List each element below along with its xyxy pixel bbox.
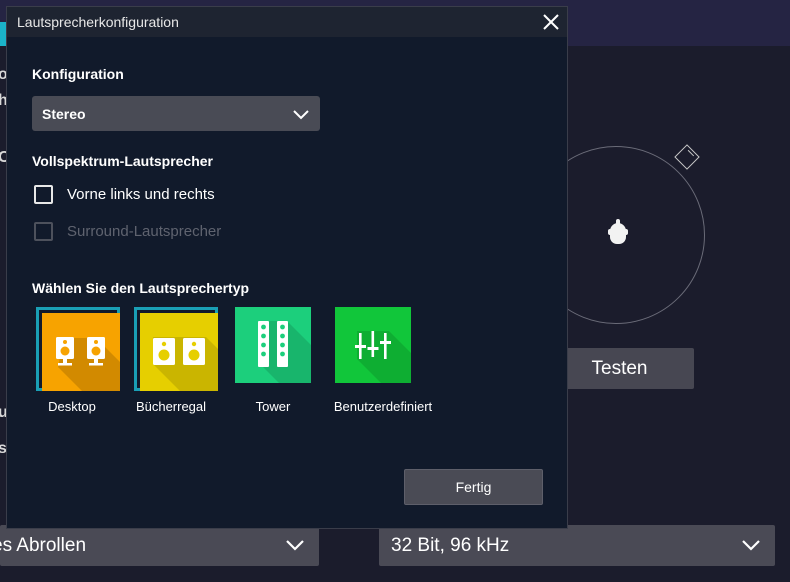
tile-border [36, 307, 120, 391]
speaker-type-label: Wählen Sie den Lautsprechertyp [32, 280, 250, 296]
speaker-icon[interactable] [674, 144, 700, 170]
configuration-value: Stereo [42, 105, 86, 122]
done-button[interactable]: Fertig [404, 469, 543, 505]
front-checkbox-label: Vorne links und rechts [67, 186, 215, 203]
close-icon[interactable] [541, 12, 561, 32]
chevron-down-icon [285, 535, 305, 561]
bookshelf-speaker-icon [140, 313, 218, 391]
tile-border [235, 307, 319, 391]
bit-depth-select[interactable]: 32 Bit, 96 kHz [379, 525, 775, 566]
chevron-down-icon [741, 535, 761, 561]
dialog-titlebar: Lautsprecherkonfiguration [7, 7, 567, 37]
dialog-title: Lautsprecherkonfiguration [17, 14, 179, 30]
tower-speaker-icon [235, 307, 311, 383]
front-checkbox[interactable] [34, 185, 53, 204]
surround-checkbox-label: Surround-Lautsprecher [67, 223, 222, 240]
surround-option: Surround-Lautsprecher [34, 222, 221, 241]
front-left-right-option[interactable]: Vorne links und rechts [34, 185, 215, 204]
select-value: 32 Bit, 96 kHz [391, 534, 510, 556]
equalizer-icon [335, 307, 411, 383]
chevron-down-icon [292, 105, 310, 126]
speaker-type-label: Bücherregal [135, 399, 207, 414]
surround-checkbox [34, 222, 53, 241]
select-value: es Abrollen [0, 534, 87, 556]
speaker-type-label: Desktop [48, 399, 96, 414]
configuration-select[interactable]: Stereo [32, 96, 320, 131]
speaker-type-label: Benutzerdefiniert [333, 399, 433, 414]
scroll-mode-select[interactable]: es Abrollen [0, 525, 319, 566]
speaker-config-dialog: Lautsprecherkonfiguration Konfiguration … [6, 6, 568, 529]
configuration-label: Konfiguration [32, 66, 124, 82]
tile-border [134, 307, 218, 391]
fullrange-label: Vollspektrum-Lautsprecher [32, 153, 214, 169]
speaker-type-label: Tower [255, 399, 291, 414]
desktop-speaker-icon [42, 313, 120, 391]
listener-head-icon [608, 219, 628, 245]
speaker-type-options: Desktop Bücherregal Tower Benutzerdefini… [32, 307, 452, 417]
tile-border [335, 307, 419, 391]
